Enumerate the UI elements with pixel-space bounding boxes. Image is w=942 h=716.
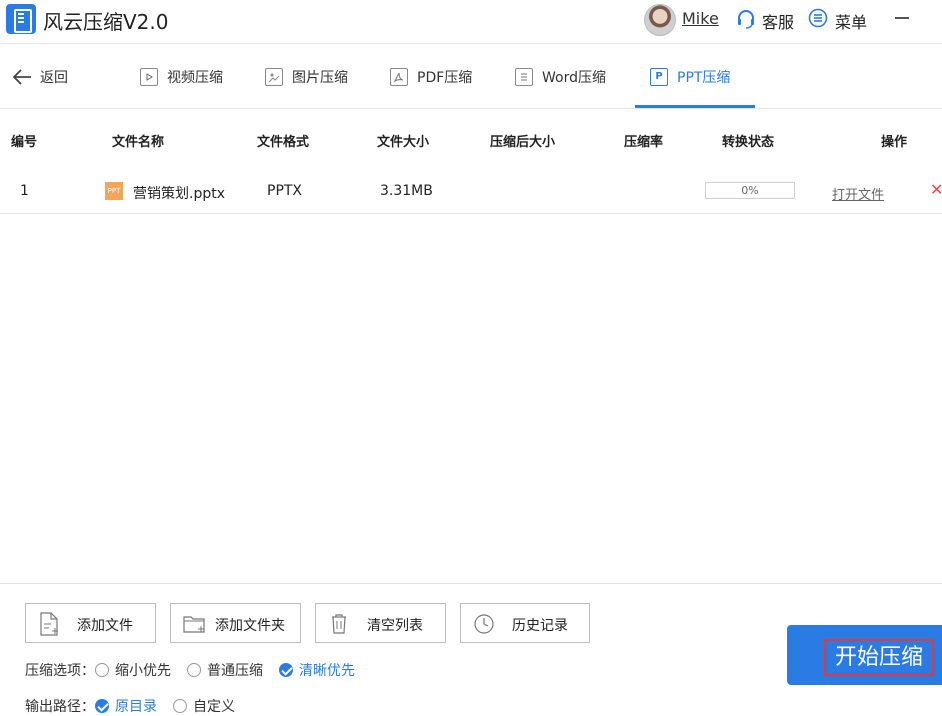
column-header: 文件大小 [377,135,430,150]
option-label: 自定义 [193,699,235,715]
option-normal[interactable]: 普通压缩 [187,660,263,680]
tab-label: Word压缩 [542,69,606,86]
add-folder-icon [183,616,205,633]
file-size: 3.31MB [380,183,433,199]
headset-icon[interactable] [736,9,756,29]
history-button[interactable]: 历史记录 [460,603,590,643]
tab-image[interactable]: 图片压缩 [265,45,348,108]
nav-bar: 返回 视频压缩 图片压缩 PDF压缩 Word压缩 P PPT压缩 [0,45,942,109]
tab-label: PPT压缩 [677,69,731,86]
title-bar: 风云压缩V2.0 Mike 客服 菜单 [0,0,942,44]
word-icon [515,67,533,86]
add-file-label: 添加文件 [77,618,133,634]
trash-icon [332,614,346,634]
output-path-options: 输出路径： 原目录 自定义 [25,696,251,716]
minimize-button[interactable] [895,17,909,19]
radio-button-checked[interactable] [279,663,293,677]
file-format: PPTX [267,183,303,199]
ppt-icon: P [650,67,668,86]
menu-icon[interactable] [808,8,828,28]
column-header: 文件格式 [257,135,310,150]
option-clarity-first[interactable]: 清晰优先 [279,660,355,680]
column-header: 文件名称 [112,135,165,150]
clear-list-button[interactable]: 清空列表 [315,603,446,643]
table-header: 编号 文件名称 文件格式 文件大小 压缩后大小 压缩率 转换状态 操作 [0,110,942,168]
add-folder-label: 添加文件夹 [215,618,285,634]
option-label: 原目录 [115,699,157,715]
start-compress-button[interactable]: 开始压缩 [787,625,942,685]
customer-service-link[interactable]: 客服 [762,9,794,33]
add-file-icon [40,612,58,636]
compress-options-label: 压缩选项： [25,663,95,679]
tab-label: PDF压缩 [417,69,473,86]
column-header: 转换状态 [722,135,775,150]
start-compress-label: 开始压缩 [824,639,935,676]
pdf-icon [390,67,408,86]
column-header: 编号 [11,135,38,150]
arrow-left-icon [12,69,31,85]
file-name: 营销策划.pptx [133,186,225,202]
clock-icon [474,614,494,634]
column-header: 操作 [881,135,908,150]
active-tab-indicator [635,105,755,108]
option-label: 普通压缩 [207,663,263,679]
tab-label: 图片压缩 [292,69,348,86]
progress-bar: 0% [705,182,795,199]
option-shrink-first[interactable]: 缩小优先 [95,660,171,680]
radio-button[interactable] [187,663,201,677]
image-icon [265,67,283,86]
column-header: 压缩后大小 [490,135,556,150]
tab-label: 视频压缩 [167,69,223,86]
history-label: 历史记录 [512,618,568,634]
compress-options: 压缩选项： 缩小优先 普通压缩 清晰优先 [25,660,371,680]
ppt-file-icon: PPT [105,182,123,200]
option-custom-dir[interactable]: 自定义 [173,696,235,716]
row-index: 1 [20,183,29,199]
tab-video[interactable]: 视频压缩 [140,45,223,108]
clear-list-label: 清空列表 [367,618,423,634]
progress-text: 0% [741,184,759,197]
tab-ppt[interactable]: P PPT压缩 [650,45,730,108]
radio-button[interactable] [173,699,187,713]
option-label: 清晰优先 [299,663,355,679]
app-logo-icon [6,4,36,34]
option-label: 缩小优先 [115,663,171,679]
add-file-button[interactable]: 添加文件 [25,603,156,643]
user-avatar[interactable] [644,4,676,36]
username-link[interactable]: Mike [682,9,719,28]
delete-icon[interactable]: ✕ [930,180,942,199]
table-row: 1 PPT 营销策划.pptx PPTX 3.31MB 0% 打开文件 ✕ [0,170,942,214]
menu-link[interactable]: 菜单 [835,9,867,33]
tab-pdf[interactable]: PDF压缩 [390,45,472,108]
play-icon [140,67,158,86]
output-path-label: 输出路径： [25,699,95,715]
option-original-dir[interactable]: 原目录 [95,696,157,716]
radio-button[interactable] [95,663,109,677]
open-file-link[interactable]: 打开文件 [832,184,884,203]
back-label: 返回 [40,70,68,86]
add-folder-button[interactable]: 添加文件夹 [170,603,301,643]
app-title: 风云压缩V2.0 [43,10,169,34]
back-button[interactable]: 返回 [12,65,68,89]
column-header: 压缩率 [624,135,664,150]
radio-button-checked[interactable] [95,699,109,713]
tab-word[interactable]: Word压缩 [515,45,606,108]
bottom-panel: 添加文件 添加文件夹 清空列表 历史记录 压缩选项： 缩小优先 普通压缩 清晰优… [0,583,942,715]
